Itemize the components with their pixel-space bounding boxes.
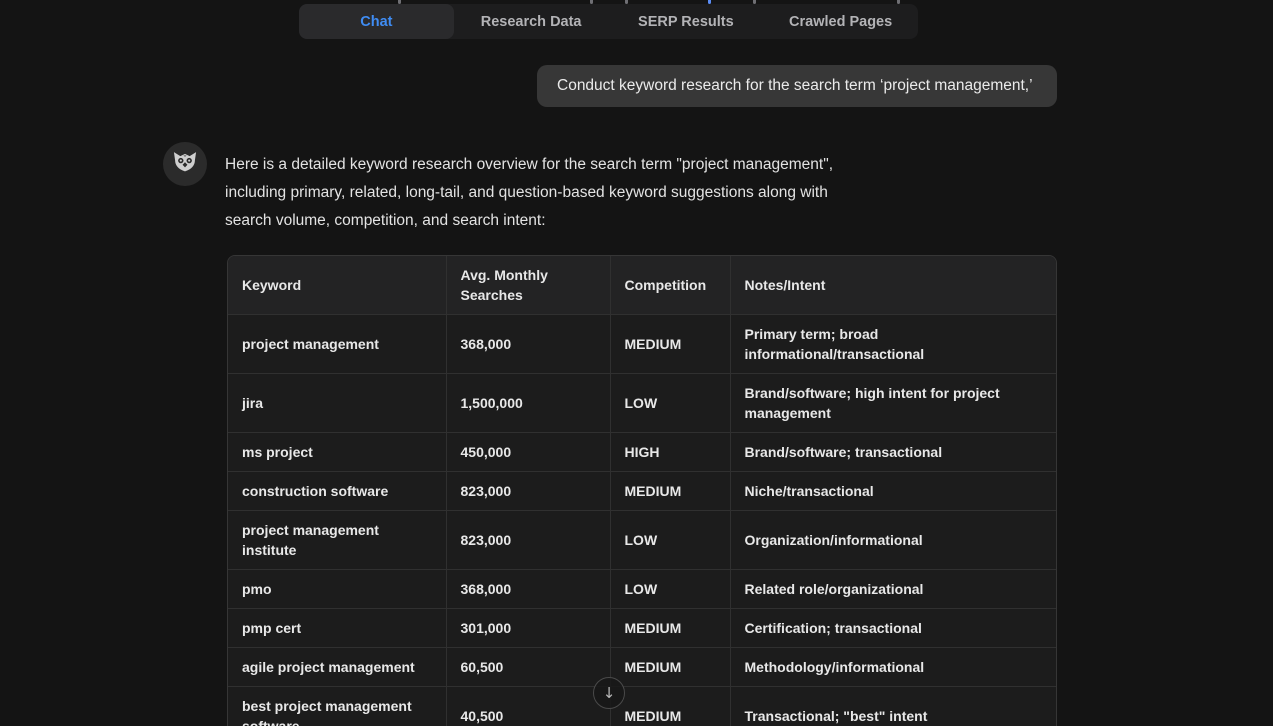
chat-page: ChatResearch DataSERP ResultsCrawled Pag…	[0, 0, 1273, 726]
column-header-avg-monthly-searches: Avg. Monthly Searches	[446, 256, 610, 315]
keyword-cell: project management	[228, 315, 446, 374]
notes-intent-cell: Certification; transactional	[730, 609, 1056, 648]
notes-intent-cell: Brand/software; transactional	[730, 433, 1056, 472]
avg-monthly-searches-cell: 40,500	[446, 687, 610, 726]
avg-monthly-searches-cell: 1,500,000	[446, 374, 610, 433]
column-header-notes-intent: Notes/Intent	[730, 256, 1056, 315]
table-row: best project management software40,500ME…	[228, 687, 1056, 726]
avg-monthly-searches-cell: 823,000	[446, 472, 610, 511]
competition-cell: LOW	[610, 511, 730, 570]
competition-cell: MEDIUM	[610, 609, 730, 648]
scroll-to-bottom-button[interactable]: ↓	[593, 677, 625, 709]
column-header-keyword: Keyword	[228, 256, 446, 315]
keyword-research-table: Keyword Avg. Monthly Searches Competitio…	[227, 255, 1057, 726]
avg-monthly-searches-cell: 368,000	[446, 315, 610, 374]
keyword-cell: ms project	[228, 433, 446, 472]
notes-intent-cell: Niche/transactional	[730, 472, 1056, 511]
competition-cell: MEDIUM	[610, 472, 730, 511]
notes-intent-cell: Primary term; broad informational/transa…	[730, 315, 1056, 374]
competition-cell: LOW	[610, 374, 730, 433]
keyword-cell: construction software	[228, 472, 446, 511]
competition-cell: MEDIUM	[610, 315, 730, 374]
avg-monthly-searches-cell: 368,000	[446, 570, 610, 609]
column-header-competition: Competition	[610, 256, 730, 315]
table-row: agile project management60,500MEDIUMMeth…	[228, 648, 1056, 687]
table-row: jira1,500,000LOWBrand/software; high int…	[228, 374, 1056, 433]
table-row: pmo368,000LOWRelated role/organizational	[228, 570, 1056, 609]
user-message-bubble: Conduct keyword research for the search …	[537, 65, 1057, 107]
table-row: project management368,000MEDIUMPrimary t…	[228, 315, 1056, 374]
avg-monthly-searches-cell: 823,000	[446, 511, 610, 570]
competition-cell: MEDIUM	[610, 687, 730, 726]
avg-monthly-searches-cell: 450,000	[446, 433, 610, 472]
table-header-row: Keyword Avg. Monthly Searches Competitio…	[228, 256, 1056, 315]
notes-intent-cell: Brand/software; high intent for project …	[730, 374, 1056, 433]
down-arrow-icon: ↓	[603, 684, 616, 702]
keyword-cell: jira	[228, 374, 446, 433]
tab-bar: ChatResearch DataSERP ResultsCrawled Pag…	[299, 4, 918, 39]
tab-chat[interactable]: Chat	[299, 4, 454, 39]
keyword-cell: best project management software	[228, 687, 446, 726]
notes-intent-cell: Organization/informational	[730, 511, 1056, 570]
keyword-cell: pmp cert	[228, 609, 446, 648]
avatar	[163, 142, 207, 186]
keyword-cell: project management institute	[228, 511, 446, 570]
competition-cell: MEDIUM	[610, 648, 730, 687]
tab-research-data[interactable]: Research Data	[454, 4, 609, 39]
keyword-cell: agile project management	[228, 648, 446, 687]
notes-intent-cell: Methodology/informational	[730, 648, 1056, 687]
avg-monthly-searches-cell: 301,000	[446, 609, 610, 648]
table-row: project management institute823,000LOWOr…	[228, 511, 1056, 570]
competition-cell: HIGH	[610, 433, 730, 472]
assistant-message-text: Here is a detailed keyword research over…	[225, 151, 877, 235]
avg-monthly-searches-cell: 60,500	[446, 648, 610, 687]
tab-serp-results[interactable]: SERP Results	[609, 4, 764, 39]
table-row: ms project450,000HIGHBrand/software; tra…	[228, 433, 1056, 472]
table-row: pmp cert301,000MEDIUMCertification; tran…	[228, 609, 1056, 648]
keyword-cell: pmo	[228, 570, 446, 609]
owl-logo-icon	[171, 148, 199, 181]
notes-intent-cell: Transactional; "best" intent	[730, 687, 1056, 726]
notes-intent-cell: Related role/organizational	[730, 570, 1056, 609]
table-row: construction software823,000MEDIUMNiche/…	[228, 472, 1056, 511]
competition-cell: LOW	[610, 570, 730, 609]
tab-crawled-pages[interactable]: Crawled Pages	[763, 4, 918, 39]
user-message-text: Conduct keyword research for the search …	[557, 77, 1033, 95]
